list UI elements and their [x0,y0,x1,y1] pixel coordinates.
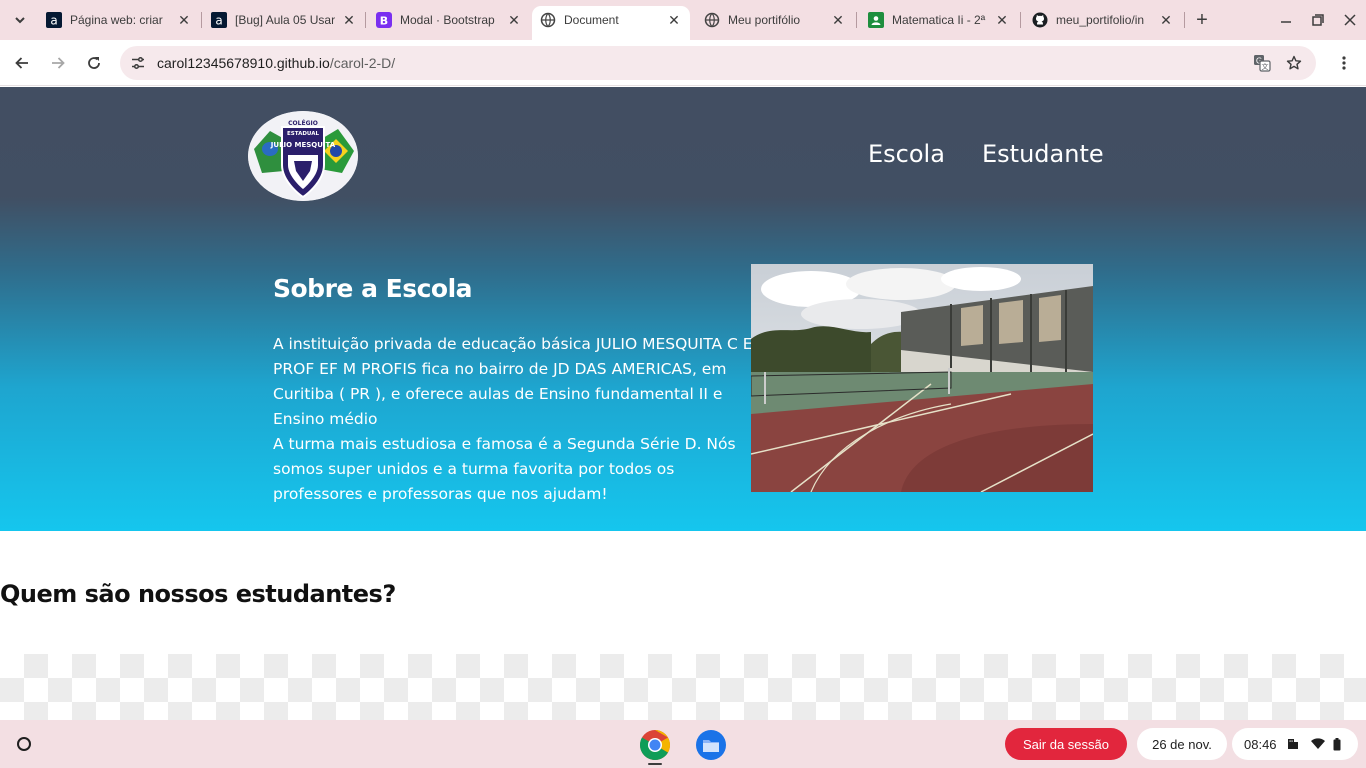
tab-title: Matematica Ii - 2ª [892,13,986,27]
tab-6[interactable]: meu_portifolio/in ✕ [1032,6,1174,34]
close-icon [1344,14,1356,26]
tab-separator [201,12,202,28]
tab-separator [856,12,857,28]
about-paragraph-1: A instituição privada de educação básica… [273,335,753,428]
close-icon[interactable]: ✕ [506,12,522,28]
nav-link-escola[interactable]: Escola [868,140,945,168]
close-icon[interactable]: ✕ [341,12,357,28]
tab-0[interactable]: a Página web: criar ✕ [46,6,192,34]
battery-icon [1333,737,1341,750]
browser-menu-button[interactable] [1332,51,1356,75]
tab-title: meu_portifolio/in [1056,13,1145,27]
alura-icon: a [46,12,62,28]
students-title: Quem são nossos estudantes? [0,580,396,608]
svg-text:a: a [215,14,222,28]
school-court-photo [750,264,1094,493]
translate-icon[interactable]: G文 [1252,53,1272,73]
tab-title: [Bug] Aula 05 Usar [235,13,336,27]
close-icon[interactable]: ✕ [994,12,1010,28]
files-icon[interactable] [694,728,728,762]
back-button[interactable] [10,51,34,75]
logo-school-name: JULIO MESQUITA [270,141,336,149]
site-info-icon[interactable] [128,53,148,73]
new-tab-button[interactable]: + [1192,8,1212,31]
logo-line2: ESTADUAL [287,131,319,137]
classroom-icon [868,12,884,28]
url-host: carol12345678910.github.io [157,55,330,71]
reload-button[interactable] [82,51,106,75]
tab-title: Meu portifólio [728,13,801,27]
svg-text:a: a [50,14,57,28]
nav-link-estudante[interactable]: Estudante [982,140,1104,168]
close-window-button[interactable] [1338,8,1362,32]
bootstrap-icon: B [376,12,392,28]
svg-text:文: 文 [1262,62,1269,71]
tab-5[interactable]: Matematica Ii - 2ª ✕ [868,6,1010,34]
alura-icon: a [211,12,227,28]
tab-3-active[interactable]: Document ✕ [532,6,690,40]
minimize-icon [1281,21,1291,23]
tab-separator [365,12,366,28]
bookmark-star-icon[interactable] [1284,53,1304,73]
logo-line1: COLÉGIO [288,119,318,127]
tab-title: Página web: criar [70,13,163,27]
enterprise-icon [1287,739,1298,749]
launcher-circle-icon [17,737,31,751]
close-icon[interactable]: ✕ [830,12,846,28]
hero-section: COLÉGIO ESTADUAL JULIO MESQUITA Escola E… [0,87,1366,531]
tab-title: Document [564,13,619,27]
about-text: A instituição privada de educação básica… [273,332,753,507]
url-path: /carol-2-D/ [329,55,396,71]
reload-icon [88,57,100,69]
globe-icon [704,12,720,28]
tab-1[interactable]: a [Bug] Aula 05 Usar ✕ [211,6,357,34]
maximize-button[interactable] [1306,8,1330,32]
restore-icon [1312,14,1324,26]
os-shelf: Sair da sessão 26 de nov. 08:46 [0,720,1366,768]
tab-separator [1020,12,1021,28]
page-viewport: COLÉGIO ESTADUAL JULIO MESQUITA Escola E… [0,87,1366,720]
more-vertical-icon [1342,56,1346,70]
tab-search-button[interactable] [8,8,32,32]
running-indicator [648,763,662,765]
tab-4[interactable]: Meu portifólio ✕ [704,6,846,34]
arrow-left-icon [15,57,28,69]
github-icon [1032,12,1048,28]
launcher-button[interactable] [8,728,40,760]
school-logo[interactable]: COLÉGIO ESTADUAL JULIO MESQUITA [248,111,358,201]
close-icon[interactable]: ✕ [1158,12,1174,28]
url-text[interactable]: carol12345678910.github.io/carol-2-D/ [157,55,395,71]
date-pill[interactable]: 26 de nov. [1137,728,1227,760]
tab-separator [1184,12,1185,28]
arrow-right-icon [52,57,65,69]
globe-icon [540,12,556,28]
forward-button[interactable] [46,51,70,75]
chrome-icon[interactable] [638,728,672,762]
close-icon[interactable]: ✕ [666,12,682,28]
chevron-down-icon [15,17,25,24]
browser-toolbar: carol12345678910.github.io/carol-2-D/ G文 [0,40,1366,86]
wifi-icon [1310,738,1325,749]
logout-button[interactable]: Sair da sessão [1005,728,1127,760]
tab-strip: a Página web: criar ✕ a [Bug] Aula 05 Us… [0,0,1366,40]
clock-time: 08:46 [1244,736,1277,752]
about-title: Sobre a Escola [273,274,473,303]
tab-title: Modal · Bootstrap [400,13,495,27]
minimize-button[interactable] [1274,8,1298,32]
svg-text:B: B [380,15,388,28]
about-paragraph-2: A turma mais estudiosa e famosa é a Segu… [273,435,736,503]
transparent-image-placeholder [0,654,1366,720]
tab-2[interactable]: B Modal · Bootstrap ✕ [376,6,522,34]
close-icon[interactable]: ✕ [176,12,192,28]
status-tray[interactable]: 08:46 [1232,728,1358,760]
address-bar[interactable]: carol12345678910.github.io/carol-2-D/ G文 [120,46,1316,80]
plus-icon: + [1196,8,1208,31]
